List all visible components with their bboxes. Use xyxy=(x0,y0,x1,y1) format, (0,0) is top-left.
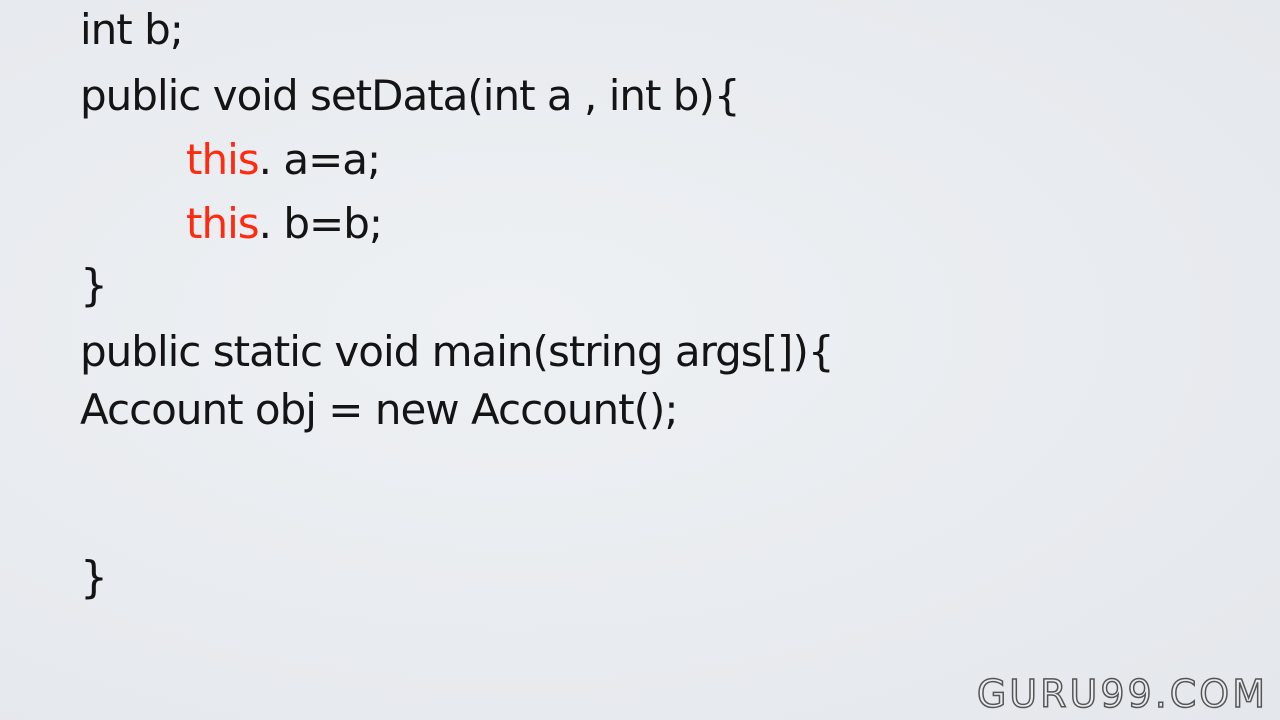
code-line-int-b: int b; xyxy=(80,5,184,54)
this-keyword: this xyxy=(186,135,260,184)
code-line-main-signature: public static void main(string args[]){ xyxy=(80,327,835,376)
code-line-account-obj: Account obj = new Account(); xyxy=(80,385,679,434)
code-slide: int b; public void setData(int a , int b… xyxy=(0,0,1280,720)
code-line-close-brace-main: } xyxy=(80,552,108,603)
assignment-b: . b=b; xyxy=(258,199,383,248)
code-line-setdata-signature: public void setData(int a , int b){ xyxy=(80,71,741,120)
code-line-this-a: this. a=a; xyxy=(186,134,382,186)
this-keyword: this xyxy=(186,199,260,248)
code-line-this-b: this. b=b; xyxy=(186,198,383,250)
assignment-a: . a=a; xyxy=(258,135,382,184)
code-line-close-brace-setdata: } xyxy=(80,260,108,311)
guru99-watermark: GURU99.COM xyxy=(976,671,1268,717)
